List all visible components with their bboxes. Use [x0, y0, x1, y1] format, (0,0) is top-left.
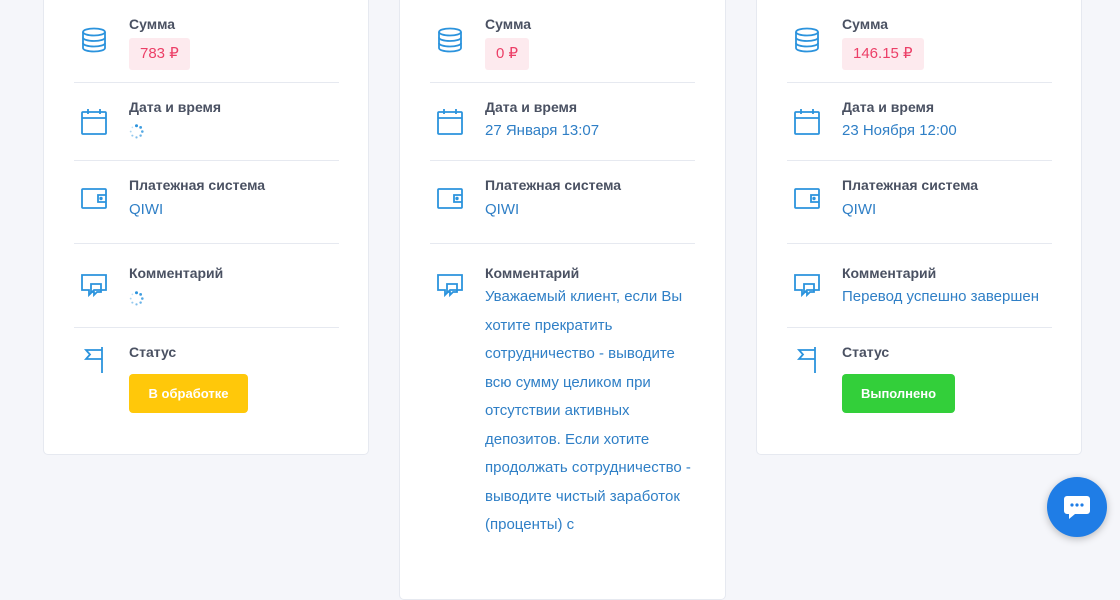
divider [787, 82, 1052, 83]
withdrawal-card: Сумма 146.15 ₽ Дата и время 23 Ноября 12… [756, 0, 1082, 455]
amount-label: Сумма [485, 16, 532, 32]
wallet-icon [436, 184, 464, 212]
divider [430, 82, 695, 83]
flag-icon [793, 346, 821, 374]
chat-bubbles-icon [793, 272, 821, 300]
wallet-icon [793, 184, 821, 212]
payment-system-label: Платежная система [485, 177, 622, 193]
payment-system-value: QIWI [485, 201, 520, 218]
amount-label: Сумма [842, 16, 889, 32]
payment-system-label: Платежная система [842, 177, 979, 193]
status-label: Статус [842, 344, 890, 360]
datetime-value: 27 Января 13:07 [485, 122, 600, 139]
wallet-icon [80, 184, 108, 212]
flag-icon [80, 346, 108, 374]
chat-widget-button[interactable] [1047, 477, 1107, 537]
status-badge[interactable]: В обработке [129, 374, 248, 413]
divider [787, 243, 1052, 244]
divider [430, 243, 695, 244]
comment-label: Комментарий [129, 265, 224, 281]
chat-bubbles-icon [80, 272, 108, 300]
amount-badge: 146.15 ₽ [842, 38, 924, 70]
coins-stack-icon [793, 26, 821, 54]
amount-badge: 0 ₽ [485, 38, 530, 70]
datetime-label: Дата и время [129, 99, 222, 115]
divider [74, 160, 339, 161]
divider [787, 160, 1052, 161]
coins-stack-icon [80, 26, 108, 54]
spinner-icon [129, 291, 144, 306]
status-label: Статус [129, 344, 177, 360]
divider [74, 327, 339, 328]
divider [74, 82, 339, 83]
datetime-label: Дата и время [842, 99, 935, 115]
divider [74, 243, 339, 244]
chat-bubbles-icon [436, 272, 464, 300]
comment-value: Уважаемый клиент, если Вы хотите прекрат… [485, 288, 691, 533]
comment-value: Перевод успешно завершен [842, 288, 1040, 305]
divider [430, 160, 695, 161]
spinner-icon [129, 124, 144, 139]
status-badge[interactable]: Выполнено [842, 374, 955, 413]
comment-label: Комментарий [842, 265, 937, 281]
divider [787, 327, 1052, 328]
payment-system-value: QIWI [842, 201, 877, 218]
comment-label: Комментарий [485, 265, 580, 281]
coins-stack-icon [436, 26, 464, 54]
withdrawal-card: Сумма 0 ₽ Дата и время 27 Января 13:07 П… [399, 0, 726, 600]
withdrawal-card: Сумма 783 ₽ Дата и время Платежная систе… [43, 0, 369, 455]
datetime-label: Дата и время [485, 99, 578, 115]
amount-badge: 783 ₽ [129, 38, 190, 70]
calendar-icon [436, 108, 464, 136]
payment-system-label: Платежная система [129, 177, 266, 193]
payment-system-value: QIWI [129, 201, 164, 218]
datetime-value: 23 Ноября 12:00 [842, 122, 957, 139]
amount-label: Сумма [129, 16, 176, 32]
calendar-icon [80, 108, 108, 136]
chat-icon [1064, 496, 1090, 519]
calendar-icon [793, 108, 821, 136]
